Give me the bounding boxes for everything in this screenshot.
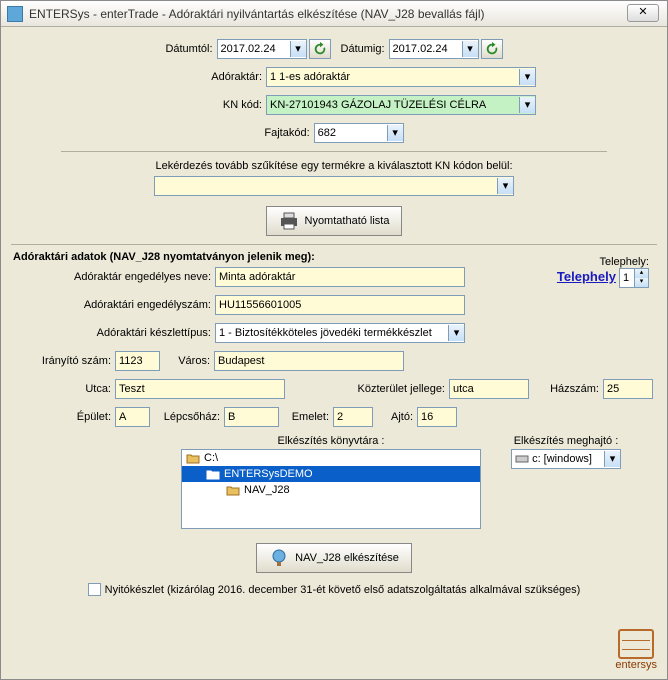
to-label: Dátumig: [341,43,385,55]
street-input[interactable] [115,379,285,399]
divider [61,151,607,152]
permitnum-label: Adóraktári engedélyszám: [11,299,211,311]
opening-stock-checkbox[interactable] [88,583,101,596]
generate-button[interactable]: NAV_J28 elkészítése [256,543,412,573]
close-button[interactable]: ✕ [627,4,659,22]
building-input[interactable] [115,407,150,427]
filter-combo[interactable]: ▾ [154,176,514,196]
chevron-down-icon: ▾ [519,69,535,85]
warehouse-combo[interactable]: 1 1-es adóraktár▾ [266,67,536,87]
chevron-down-icon: ▾ [448,325,464,341]
floor-input[interactable] [333,407,373,427]
floor-label: Emelet: [279,411,329,423]
opening-stock-label: Nyitókészlet (kizárólag 2016. december 3… [105,584,581,596]
folder-open-icon [186,453,200,464]
window-title: ENTERSys - enterTrade - Adóraktári nyilv… [29,7,485,21]
warehouse-label: Adóraktár: [132,71,262,83]
chevron-down-icon: ▾ [497,178,513,194]
areatype-input[interactable] [449,379,529,399]
houseno-label: Házszám: [529,383,599,395]
date-to-combo[interactable]: 2017.02.24▾ [389,39,479,59]
typecode-label: Fajtakód: [264,127,309,139]
houseno-input[interactable] [603,379,653,399]
kncode-combo[interactable]: KN-27101943 GÁZOLAJ TÜZELÉSI CÉLRA▾ [266,95,536,115]
chevron-down-icon: ▾ [462,41,478,57]
zip-input[interactable] [115,351,160,371]
globe-icon [269,548,289,568]
chevron-down-icon: ▾ [604,451,620,467]
content-area: Dátumtól: 2017.02.24▾ Dátumig: 2017.02.2… [1,27,667,614]
drive-label: Elkészítés meghajtó : [511,435,621,447]
city-input[interactable] [214,351,404,371]
site-link[interactable]: Telephely [557,269,616,284]
drive-icon [515,454,529,464]
print-button[interactable]: Nyomtatható lista [266,206,403,236]
refresh-from-button[interactable] [309,39,331,59]
printer-icon [279,212,299,230]
logo: entersys [615,629,657,671]
stocktype-combo[interactable]: 1 - Biztosítékköteles jövedéki termékkés… [215,323,465,343]
chevron-down-icon: ▾ [290,41,306,57]
door-input[interactable] [417,407,457,427]
refresh-to-button[interactable] [481,39,503,59]
staircase-label: Lépcsőház: [150,411,220,423]
street-label: Utca: [11,383,111,395]
site-label: Telephely: [557,256,649,268]
typecode-combo[interactable]: 682▾ [314,123,404,143]
tree-root[interactable]: C:\ [182,450,480,466]
tree-child[interactable]: NAV_J28 [182,482,480,498]
zip-label: Irányító szám: [11,355,111,367]
staircase-input[interactable] [224,407,279,427]
app-icon [7,6,23,22]
folder-open-icon [206,469,220,480]
building-label: Épület: [11,411,111,423]
permitname-input[interactable] [215,267,465,287]
chevron-down-icon: ▾ [519,97,535,113]
permitname-label: Adóraktár engedélyes neve: [11,271,211,283]
site-block: Telephely: Telephely 1▴▾ [557,256,649,288]
city-label: Város: [160,355,210,367]
stocktype-label: Adóraktári készlettípus: [11,327,211,339]
tree-selected[interactable]: ENTERSysDEMO [182,466,480,482]
abacus-icon [618,629,654,659]
permitnum-input[interactable] [215,295,465,315]
date-row: Dátumtól: 2017.02.24▾ Dátumig: 2017.02.2… [11,39,657,59]
main-window: ENTERSys - enterTrade - Adóraktári nyilv… [0,0,668,680]
areatype-label: Közterület jellege: [285,383,445,395]
drive-combo[interactable]: c: [windows]▾ [511,449,621,469]
site-spinner[interactable]: 1▴▾ [619,268,649,288]
chevron-down-icon: ▾ [387,125,403,141]
folder-tree[interactable]: C:\ ENTERSysDEMO NAV_J28 [181,449,481,529]
from-label: Dátumtól: [165,43,212,55]
folder-icon [226,485,240,496]
date-from-combo[interactable]: 2017.02.24▾ [217,39,307,59]
titlebar: ENTERSys - enterTrade - Adóraktári nyilv… [1,1,667,27]
door-label: Ajtó: [373,411,413,423]
filter-label: Lekérdezés tovább szűkítése egy termékre… [155,160,512,172]
folder-label: Elkészítés könyvtára : [181,435,481,447]
kncode-label: KN kód: [132,99,262,111]
